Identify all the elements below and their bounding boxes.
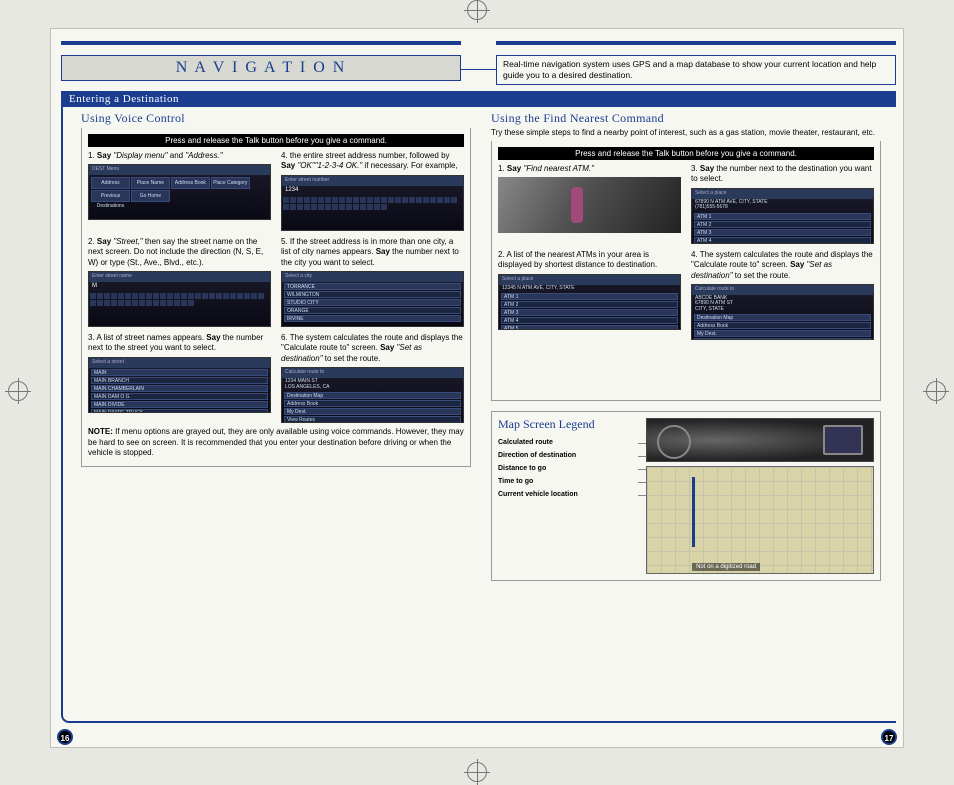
mock-screen: Select a place12345 N ATM AVE, CITY, STA… (498, 274, 681, 330)
legend-item: Distance to go (498, 465, 638, 472)
intro-text: Real-time navigation system uses GPS and… (496, 55, 896, 85)
mock-screen (498, 177, 681, 233)
column-left: Using Voice Control Press and release th… (71, 111, 481, 719)
find-step: 4. The system calculates the route and d… (691, 250, 874, 340)
voice-instruction-bar: Press and release the Talk button before… (88, 134, 464, 147)
column-right: Using the Find Nearest Command Try these… (481, 111, 891, 719)
title-connector (461, 69, 496, 70)
mock-screen: Select a place67890 N ATM AVE, CITY, STA… (691, 188, 874, 244)
crop-mark-bottom (467, 762, 487, 782)
find-step: 2. A list of the nearest ATMs in your ar… (498, 250, 681, 340)
find-instruction-bar: Press and release the Talk button before… (498, 147, 874, 160)
legend-item: Current vehicle location (498, 491, 638, 498)
crop-mark-top (467, 0, 487, 20)
find-intro: Try these simple steps to find a nearby … (491, 128, 881, 138)
voice-step: 1. Say "Display menu" and "Address."DEST… (88, 151, 271, 231)
find-heading: Using the Find Nearest Command (491, 111, 881, 126)
voice-step: 5. If the street address is in more than… (281, 237, 464, 327)
legend-item: Calculated route (498, 439, 638, 446)
top-rule-left (61, 41, 461, 45)
map-screenshot: Not on a digitized road (646, 466, 874, 574)
find-step: 3. Say the number next to the destinatio… (691, 164, 874, 244)
voice-step: 4. the entire street address number, fol… (281, 151, 464, 231)
note-label: NOTE: (88, 427, 113, 436)
mock-screen: Select a streetMAINMAIN BRANCHMAIN CHAMB… (88, 357, 271, 413)
find-steps: 1. Say "Find nearest ATM."3. Say the num… (498, 164, 874, 340)
find-box: Press and release the Talk button before… (491, 141, 881, 401)
voice-note: NOTE: If menu options are grayed out, th… (88, 427, 464, 458)
section-header: Entering a Destination (61, 91, 896, 107)
page-spread: N A V I G A T I O N Real-time navigation… (50, 28, 904, 748)
mock-screen: DEST MenuAddressPlace NameAddress BookPl… (88, 164, 271, 220)
map-warning-label: Not on a digitized road (692, 563, 760, 571)
crop-mark-right (926, 381, 946, 401)
map-legend-box: Map Screen Legend Calculated route Direct… (491, 411, 881, 581)
mock-screen: Calculate route toABCDE BANK 67890 N ATM… (691, 284, 874, 340)
legend-left: Map Screen Legend Calculated route Direct… (498, 418, 638, 574)
find-step: 1. Say "Find nearest ATM." (498, 164, 681, 244)
legend-item: Time to go (498, 478, 638, 485)
page-number-right: 17 (881, 729, 897, 745)
legend-item: Direction of destination (498, 452, 638, 459)
crop-mark-left (8, 381, 28, 401)
mock-screen: Enter street nameM (88, 271, 271, 327)
legend-right: Not on a digitized road (646, 418, 874, 574)
voice-box: Press and release the Talk button before… (81, 128, 471, 467)
legend-title: Map Screen Legend (498, 418, 638, 431)
voice-step: 3. A list of street names appears. Say t… (88, 333, 271, 423)
mock-screen: Select a cityTORRANCEWILMINGTONSTUDIO CI… (281, 271, 464, 327)
voice-heading: Using Voice Control (81, 111, 471, 126)
note-text: If menu options are grayed out, they are… (88, 427, 464, 457)
page-number-left: 16 (57, 729, 73, 745)
mock-screen: Calculate route to1234 MAIN ST LOS ANGEL… (281, 367, 464, 423)
voice-steps: 1. Say "Display menu" and "Address."DEST… (88, 151, 464, 423)
dashboard-photo (646, 418, 874, 462)
voice-step: 6. The system calculates the route and d… (281, 333, 464, 423)
page-title: N A V I G A T I O N (61, 55, 461, 81)
map-route-line (692, 477, 695, 547)
voice-step: 2. Say "Street," then say the street nam… (88, 237, 271, 327)
mock-screen: Enter street number1234 (281, 175, 464, 231)
top-rule-right (496, 41, 896, 45)
